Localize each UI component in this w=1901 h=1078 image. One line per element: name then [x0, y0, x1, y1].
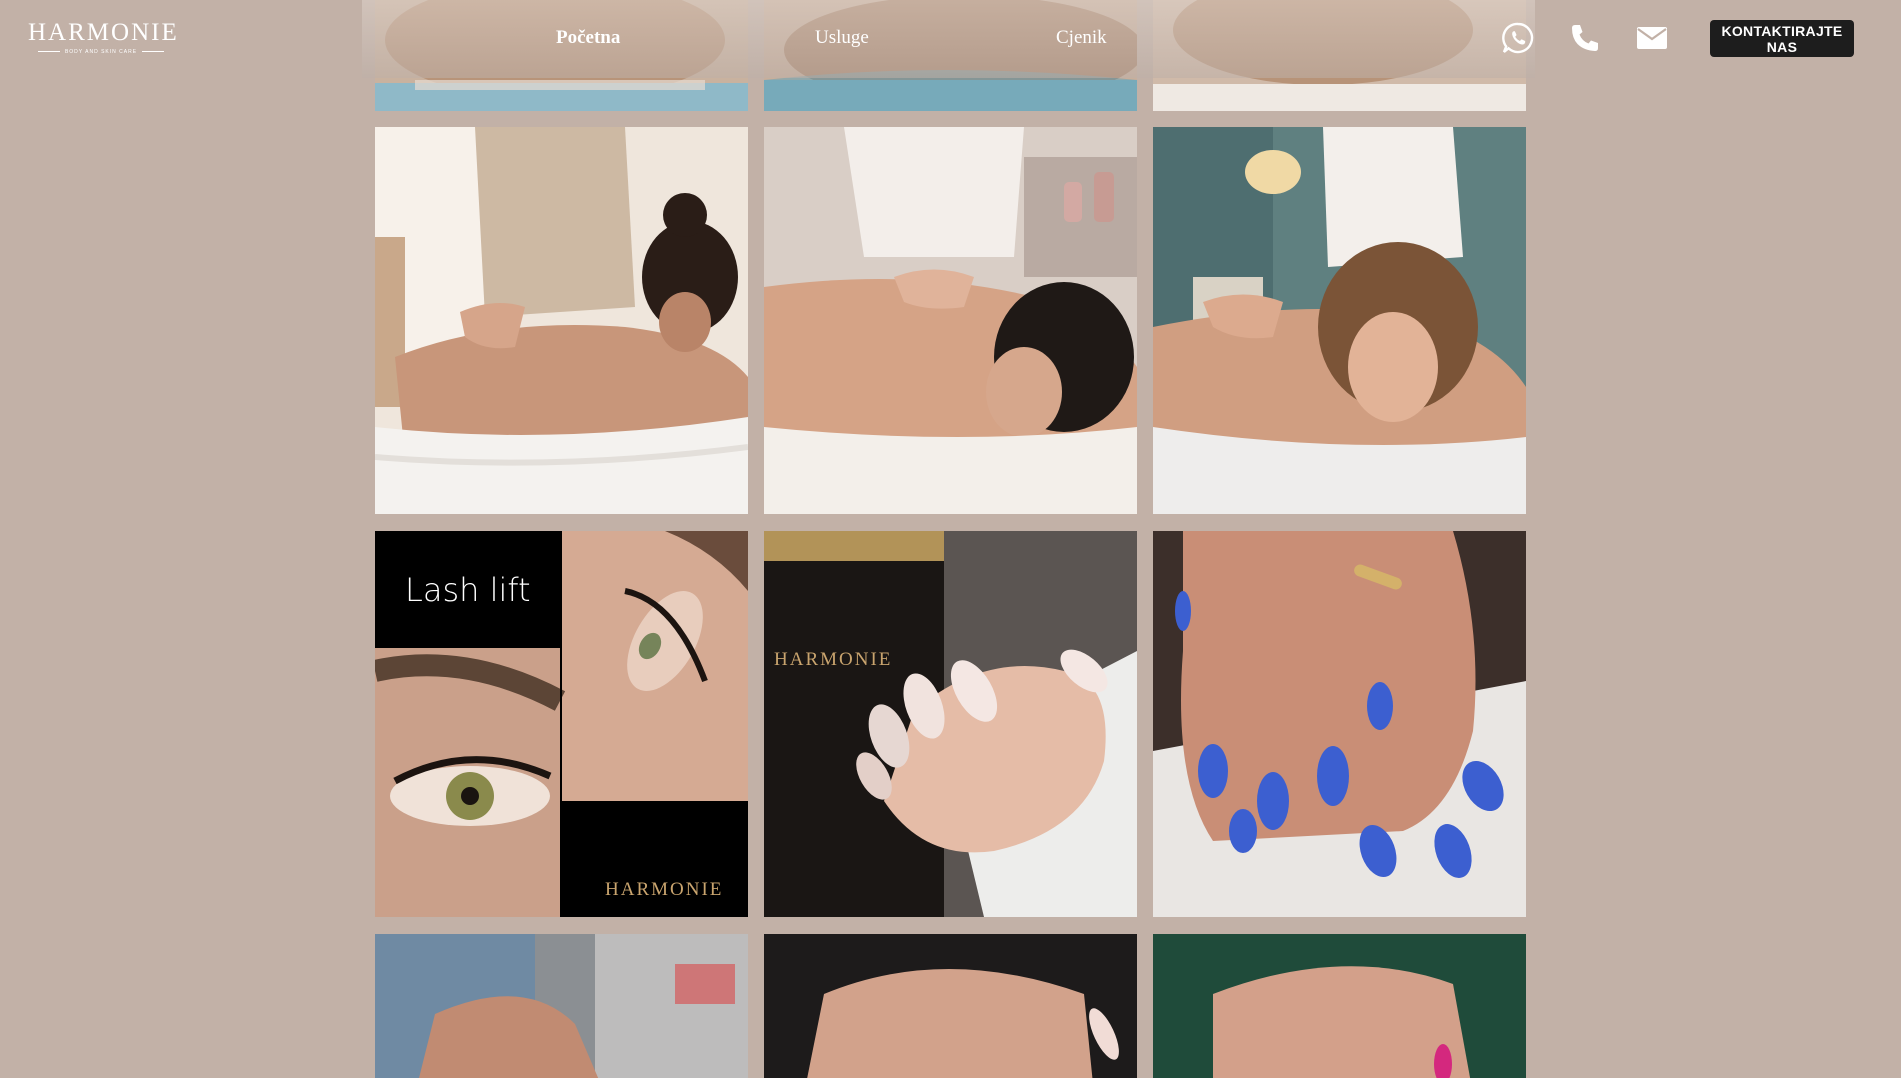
gallery-tile-back-massage-1[interactable]: [375, 127, 748, 514]
mail-icon[interactable]: [1634, 20, 1670, 56]
gallery-tile-blue-nails[interactable]: [1153, 531, 1526, 917]
jar-brand-logo: HARMONIE: [774, 649, 893, 670]
contact-us-button[interactable]: KONTAKTIRAJTE NAS: [1710, 20, 1854, 57]
site-header: HARMONIE BODY AND SKIN CARE Početna Uslu…: [0, 0, 1901, 78]
gallery-tile-manicure-1[interactable]: [375, 934, 748, 1078]
lash-lift-title: Lash lift: [405, 571, 531, 609]
gallery-tile-back-massage-2[interactable]: [764, 127, 1137, 514]
nav-link-usluge[interactable]: Usluge: [815, 27, 869, 49]
blue-nails-photo: [1153, 531, 1526, 917]
back-massage-photo: [1153, 127, 1526, 514]
manicure-photo: [375, 934, 748, 1078]
nav-link-cjenik[interactable]: Cjenik: [1056, 27, 1107, 49]
page: Lash lift HARMONIE HARMONIE HARMONIE BOD…: [0, 0, 1901, 1078]
nav-bar-background: [362, 0, 1535, 78]
manicure-photo: [764, 934, 1137, 1078]
brand-name: HARMONIE: [28, 19, 179, 46]
french-nails-photo: [764, 531, 1137, 917]
lash-brand-logo: HARMONIE: [605, 879, 724, 900]
phone-icon[interactable]: [1567, 20, 1603, 56]
manicure-photo: [1153, 934, 1526, 1078]
back-massage-photo: [764, 127, 1137, 514]
brand-logo[interactable]: HARMONIE BODY AND SKIN CARE: [28, 19, 179, 56]
back-massage-photo: [375, 127, 748, 514]
gallery-tile-manicure-2[interactable]: [764, 934, 1137, 1078]
whatsapp-icon[interactable]: [1500, 20, 1536, 56]
nav-link-pocetna[interactable]: Početna: [556, 27, 620, 49]
brand-tagline: BODY AND SKIN CARE: [28, 49, 174, 55]
gallery-tile-back-massage-3[interactable]: [1153, 127, 1526, 514]
gallery-tile-french-nails[interactable]: HARMONIE: [764, 531, 1137, 917]
gallery-tile-lash-lift[interactable]: Lash lift HARMONIE: [375, 531, 748, 917]
gallery-tile-manicure-3[interactable]: [1153, 934, 1526, 1078]
